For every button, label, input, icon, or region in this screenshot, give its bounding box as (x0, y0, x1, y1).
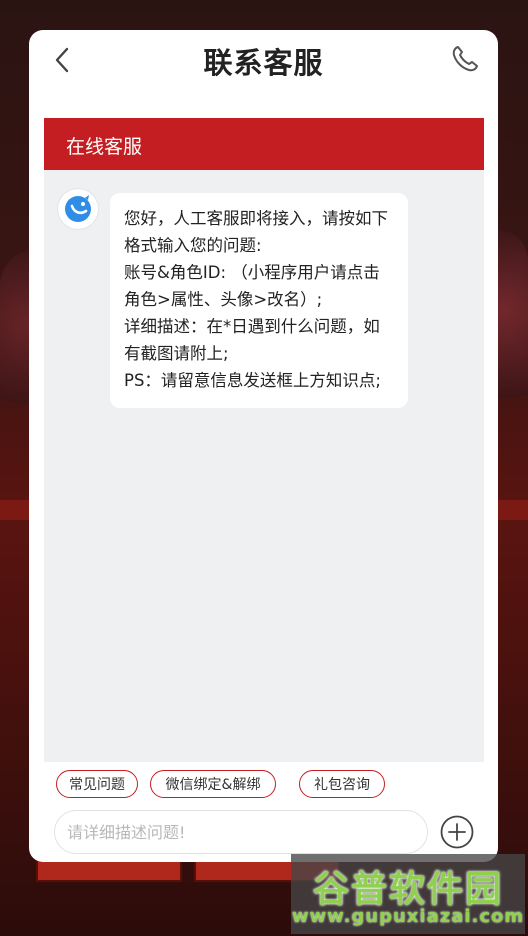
online-service-label: 在线客服 (66, 136, 143, 158)
more-options-button[interactable] (440, 815, 474, 849)
dialog-header: 联系客服 (29, 30, 498, 118)
quick-reply-faq[interactable]: 常见问题 (56, 770, 138, 798)
message-line: 详细描述：在*日遇到什么问题，如有截图请附上; (124, 317, 380, 363)
watermark: 谷普软件园 www.gupuxiazai.com (291, 854, 525, 934)
quick-reply-bar: 常见问题 微信绑定&解绑 礼包咨询 (44, 762, 484, 808)
customer-service-dialog: 联系客服 在线客服 您好，人工客服即将接入，请按如下格式输入您的问题: 账号&角… (29, 30, 498, 862)
phone-icon (452, 46, 478, 72)
chat-area[interactable]: 您好，人工客服即将接入，请按如下格式输入您的问题: 账号&角色ID: （小程序用… (44, 170, 484, 762)
service-bot-icon (65, 195, 91, 222)
input-row (44, 808, 484, 860)
agent-avatar (58, 189, 98, 229)
message-line: 您好，人工客服即将接入，请按如下格式输入您的问题: (124, 209, 388, 255)
page-title: 联系客服 (203, 46, 324, 80)
plus-circle-icon (440, 815, 474, 849)
watermark-title: 谷普软件园 (312, 869, 503, 910)
watermark-url: www.gupuxiazai.com (291, 906, 525, 927)
message-bubble: 您好，人工客服即将接入，请按如下格式输入您的问题: 账号&角色ID: （小程序用… (110, 193, 408, 408)
call-button[interactable] (450, 44, 480, 74)
quick-reply-gift-pack[interactable]: 礼包咨询 (299, 770, 385, 798)
online-service-bar: 在线客服 (44, 118, 484, 170)
message-line: 账号&角色ID: （小程序用户请点击角色>属性、头像>改名）; (124, 263, 380, 309)
message-line: PS：请留意信息发送框上方知识点; (124, 371, 381, 390)
message-input[interactable] (54, 810, 428, 854)
quick-reply-wechat-binding[interactable]: 微信绑定&解绑 (150, 770, 276, 798)
